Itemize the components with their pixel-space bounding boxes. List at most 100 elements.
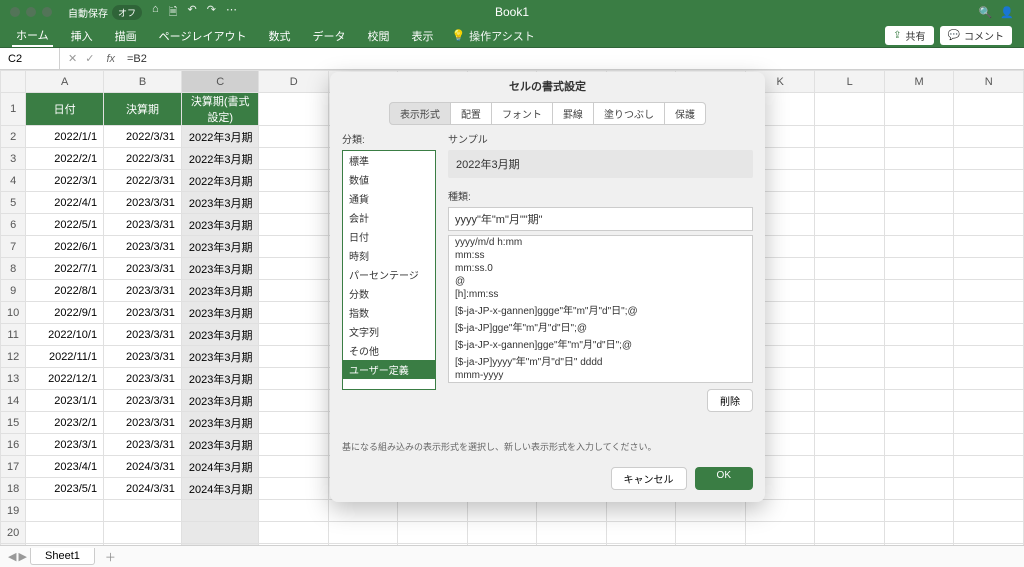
cell[interactable]: 2023年3月期 bbox=[181, 346, 259, 368]
cell[interactable] bbox=[954, 170, 1024, 192]
cell[interactable]: 日付 bbox=[26, 93, 104, 126]
category-item[interactable]: 会計 bbox=[343, 208, 435, 227]
row-header[interactable]: 19 bbox=[1, 500, 26, 522]
cell[interactable]: 2023/3/31 bbox=[104, 236, 182, 258]
home-icon[interactable]: ⌂ bbox=[152, 3, 159, 22]
format-item[interactable]: [$-ja-JP]gge"年"m"月"d"日";@ bbox=[449, 318, 752, 335]
format-item[interactable]: [h]:mm:ss bbox=[449, 288, 752, 301]
close-icon[interactable] bbox=[10, 7, 20, 17]
cell[interactable] bbox=[954, 148, 1024, 170]
cell[interactable]: 2022年3月期 bbox=[181, 170, 259, 192]
cell[interactable]: 2022/2/1 bbox=[26, 148, 104, 170]
cell[interactable] bbox=[676, 522, 745, 544]
cell[interactable] bbox=[815, 324, 884, 346]
col-header[interactable]: A bbox=[26, 71, 104, 93]
cell[interactable] bbox=[884, 93, 954, 126]
cell[interactable] bbox=[606, 522, 675, 544]
cell[interactable]: 2023/5/1 bbox=[26, 478, 104, 500]
cell[interactable] bbox=[26, 500, 104, 522]
cell[interactable]: 2023年3月期 bbox=[181, 214, 259, 236]
zoom-icon[interactable] bbox=[42, 7, 52, 17]
undo-icon[interactable]: ↶ bbox=[188, 3, 197, 22]
cell[interactable] bbox=[259, 522, 329, 544]
cell[interactable]: 2023/3/31 bbox=[104, 434, 182, 456]
cell[interactable]: 2022年3月期 bbox=[181, 126, 259, 148]
cell[interactable] bbox=[884, 214, 954, 236]
cell[interactable]: 2023年3月期 bbox=[181, 368, 259, 390]
tab-data[interactable]: データ bbox=[308, 26, 349, 46]
format-item[interactable]: [$-ja-JP-x-gannen]gge"年"m"月"d"日";@ bbox=[449, 335, 752, 352]
col-header[interactable]: L bbox=[815, 71, 884, 93]
tab-draw[interactable]: 描画 bbox=[111, 26, 141, 46]
col-header[interactable]: N bbox=[954, 71, 1024, 93]
row-header[interactable]: 16 bbox=[1, 434, 26, 456]
cell[interactable]: 2022/3/31 bbox=[104, 170, 182, 192]
user-icon[interactable]: 👤 bbox=[1000, 6, 1014, 19]
cell[interactable]: 2023/3/31 bbox=[104, 346, 182, 368]
cell[interactable] bbox=[259, 368, 329, 390]
cell[interactable] bbox=[398, 522, 467, 544]
tab-home[interactable]: ホーム bbox=[12, 25, 53, 47]
add-sheet-button[interactable]: ＋ bbox=[105, 549, 116, 565]
row-header[interactable]: 5 bbox=[1, 192, 26, 214]
cell[interactable] bbox=[537, 500, 607, 522]
cell[interactable] bbox=[954, 324, 1024, 346]
cell[interactable] bbox=[537, 522, 607, 544]
format-item[interactable]: yyyy"年"m"月""期" bbox=[449, 382, 752, 383]
tab-insert[interactable]: 挿入 bbox=[67, 26, 97, 46]
cell[interactable] bbox=[815, 93, 884, 126]
category-list[interactable]: 標準数値通貨会計日付時刻パーセンテージ分数指数文字列その他ユーザー定義 bbox=[342, 150, 436, 390]
cell[interactable] bbox=[181, 500, 259, 522]
cell[interactable] bbox=[259, 170, 329, 192]
row-header[interactable]: 10 bbox=[1, 302, 26, 324]
delete-button[interactable]: 削除 bbox=[707, 389, 753, 412]
row-header[interactable]: 1 bbox=[1, 93, 26, 126]
cell[interactable]: 2023年3月期 bbox=[181, 192, 259, 214]
cell[interactable] bbox=[815, 478, 884, 500]
tab-formulas[interactable]: 数式 bbox=[264, 26, 294, 46]
cell[interactable] bbox=[815, 192, 884, 214]
row-header[interactable]: 12 bbox=[1, 346, 26, 368]
col-header[interactable]: C bbox=[181, 71, 259, 93]
cell[interactable] bbox=[745, 522, 815, 544]
cell[interactable]: 2022/12/1 bbox=[26, 368, 104, 390]
ok-button[interactable]: OK bbox=[695, 467, 753, 490]
sheet-tab[interactable]: Sheet1 bbox=[30, 548, 95, 565]
cell[interactable] bbox=[954, 478, 1024, 500]
cell[interactable] bbox=[954, 258, 1024, 280]
cell[interactable] bbox=[467, 500, 537, 522]
cell[interactable] bbox=[104, 500, 182, 522]
more-icon[interactable]: ⋯ bbox=[226, 3, 237, 22]
cell[interactable]: 2023/3/31 bbox=[104, 214, 182, 236]
dtab-border[interactable]: 罫線 bbox=[553, 102, 594, 125]
sheet-nav-next-icon[interactable]: ▶ bbox=[18, 550, 26, 563]
dtab-protection[interactable]: 保護 bbox=[665, 102, 706, 125]
cell[interactable] bbox=[259, 478, 329, 500]
cell[interactable] bbox=[954, 93, 1024, 126]
row-header[interactable]: 8 bbox=[1, 258, 26, 280]
row-header[interactable]: 15 bbox=[1, 412, 26, 434]
category-item[interactable]: 日付 bbox=[343, 227, 435, 246]
row-header[interactable]: 18 bbox=[1, 478, 26, 500]
category-item[interactable]: 数値 bbox=[343, 170, 435, 189]
cell[interactable] bbox=[467, 522, 537, 544]
row-header[interactable]: 11 bbox=[1, 324, 26, 346]
cell[interactable] bbox=[259, 456, 329, 478]
cell[interactable]: 2023/4/1 bbox=[26, 456, 104, 478]
format-item[interactable]: mmm-yyyy bbox=[449, 369, 752, 382]
cell[interactable] bbox=[815, 412, 884, 434]
cell[interactable]: 2022/9/1 bbox=[26, 302, 104, 324]
cell[interactable] bbox=[884, 280, 954, 302]
cell[interactable]: 決算期(書式設定) bbox=[181, 93, 259, 126]
cell[interactable] bbox=[884, 522, 954, 544]
cell[interactable]: 2023年3月期 bbox=[181, 302, 259, 324]
cell[interactable]: 2023年3月期 bbox=[181, 324, 259, 346]
cell[interactable] bbox=[884, 126, 954, 148]
format-item[interactable]: yyyy/m/d h:mm bbox=[449, 236, 752, 249]
cell[interactable]: 2023年3月期 bbox=[181, 390, 259, 412]
cell[interactable] bbox=[815, 346, 884, 368]
category-item[interactable]: 時刻 bbox=[343, 246, 435, 265]
cell[interactable]: 2022/8/1 bbox=[26, 280, 104, 302]
cell[interactable]: 2022/3/1 bbox=[26, 170, 104, 192]
save-icon[interactable]: 🗎 bbox=[169, 3, 178, 22]
